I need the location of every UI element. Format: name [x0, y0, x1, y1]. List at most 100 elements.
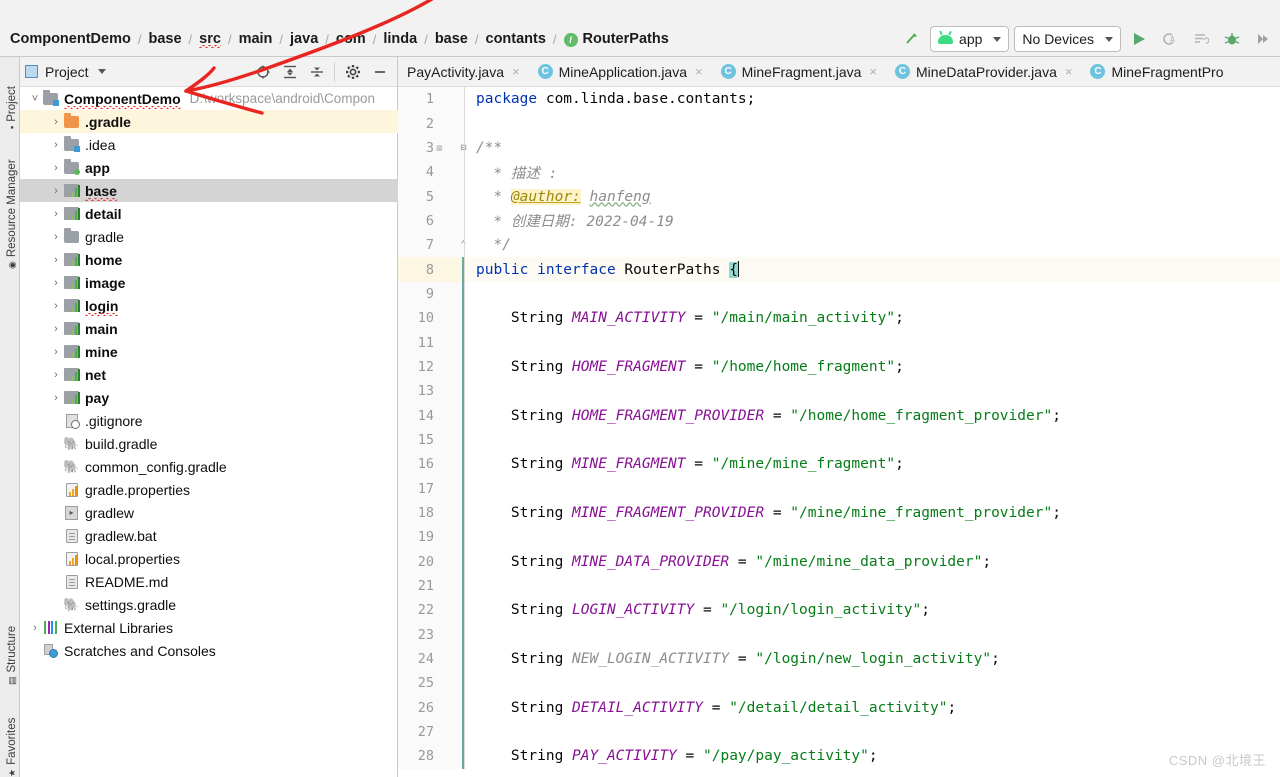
tree-row[interactable]: gradle.properties: [20, 478, 398, 501]
code-editor[interactable]: 1 package com.linda.base.contants; 2 3≡⊟ /**…: [398, 87, 1280, 777]
javadoc-render-icon[interactable]: ≡: [436, 141, 443, 154]
editor-gutter[interactable]: 24: [398, 646, 464, 672]
code-line[interactable]: 19: [398, 525, 1280, 550]
sync-gradle-icon[interactable]: [899, 26, 925, 52]
code-line[interactable]: 24 String NEW_LOGIN_ACTIVITY = "/login/n…: [398, 646, 1280, 672]
tree-row[interactable]: › detail: [20, 202, 398, 225]
code-line[interactable]: 10 String MAIN_ACTIVITY = "/main/main_ac…: [398, 306, 1280, 331]
editor-gutter[interactable]: 10: [398, 306, 464, 331]
tree-row[interactable]: 🐘 common_config.gradle: [20, 455, 398, 478]
editor-gutter[interactable]: 12: [398, 354, 464, 380]
change-marker[interactable]: [462, 525, 464, 550]
close-icon[interactable]: ×: [1065, 64, 1073, 79]
code-line[interactable]: 26 String DETAIL_ACTIVITY = "/detail/det…: [398, 695, 1280, 720]
chevron-right-icon[interactable]: ›: [49, 392, 63, 404]
code-line[interactable]: 3≡⊟ /**: [398, 135, 1280, 161]
code-line[interactable]: 23: [398, 622, 1280, 647]
editor-gutter[interactable]: 5: [398, 184, 464, 209]
locate-icon[interactable]: [250, 59, 275, 84]
chevron-right-icon[interactable]: ›: [49, 277, 63, 289]
code-line[interactable]: 16 String MINE_FRAGMENT = "/mine/mine_fr…: [398, 452, 1280, 477]
breadcrumb-item-base[interactable]: base: [431, 31, 472, 47]
rail-item-favorites[interactable]: ★ Favorites: [2, 701, 22, 777]
breadcrumb-item-main[interactable]: main: [235, 31, 277, 47]
chevron-right-icon[interactable]: ›: [49, 116, 63, 128]
editor-gutter[interactable]: 27: [398, 719, 464, 745]
editor-tab-bar[interactable]: PayActivity.java × C MineApplication.java × C…: [398, 57, 1280, 87]
expand-all-icon[interactable]: [277, 59, 302, 84]
editor-gutter[interactable]: 18: [398, 500, 464, 526]
breadcrumb-item-componentdemo[interactable]: ComponentDemo: [6, 31, 135, 47]
tree-row[interactable]: › image: [20, 271, 398, 294]
code-line[interactable]: 12 String HOME_FRAGMENT = "/home/home_fr…: [398, 354, 1280, 380]
editor-tab[interactable]: C MineFragmentPro: [1081, 57, 1233, 86]
tree-row[interactable]: ˅ ComponentDemo D:\workspace\android\Compo…: [20, 87, 398, 110]
editor-tab[interactable]: PayActivity.java ×: [398, 57, 529, 86]
editor-gutter[interactable]: 23: [398, 622, 464, 647]
change-marker[interactable]: [462, 622, 464, 647]
tree-row[interactable]: › .idea: [20, 133, 398, 156]
breadcrumb-item-base[interactable]: base: [144, 31, 185, 47]
editor-gutter[interactable]: 11: [398, 330, 464, 355]
settings-gear-icon[interactable]: [340, 59, 365, 84]
tree-row[interactable]: › .gradle: [20, 110, 398, 133]
tree-row[interactable]: .gitignore: [20, 409, 398, 432]
tree-row[interactable]: gradlew.bat: [20, 524, 398, 547]
tree-row[interactable]: › mine: [20, 340, 398, 363]
tree-row[interactable]: › app: [20, 156, 398, 179]
change-marker[interactable]: [462, 500, 464, 526]
code-line[interactable]: 7⌃ */: [398, 233, 1280, 258]
profiler-icon[interactable]: [1188, 26, 1214, 52]
chevron-right-icon[interactable]: ›: [49, 254, 63, 266]
tree-row[interactable]: › pay: [20, 386, 398, 409]
close-icon[interactable]: ×: [695, 64, 703, 79]
tree-row[interactable]: › login: [20, 294, 398, 317]
editor-gutter[interactable]: 1: [398, 87, 464, 112]
chevron-right-icon[interactable]: ›: [49, 346, 63, 358]
change-marker[interactable]: [462, 573, 464, 599]
tree-row[interactable]: README.md: [20, 570, 398, 593]
breadcrumb-item-java[interactable]: java: [286, 31, 322, 47]
chevron-right-icon[interactable]: ›: [49, 208, 63, 220]
change-marker[interactable]: [462, 695, 464, 720]
code-line[interactable]: 13: [398, 379, 1280, 404]
breadcrumb[interactable]: ComponentDemo / base / src / main / java / com / lin…: [6, 26, 673, 52]
chevron-right-icon[interactable]: ˅: [28, 93, 42, 105]
collapse-all-icon[interactable]: [304, 59, 329, 84]
tree-row[interactable]: 🐘 settings.gradle: [20, 593, 398, 616]
code-line[interactable]: 5 * @author: hanfeng: [398, 184, 1280, 209]
code-line[interactable]: 18 String MINE_FRAGMENT_PROVIDER = "/min…: [398, 500, 1280, 526]
change-marker[interactable]: [462, 281, 464, 307]
change-marker[interactable]: [462, 354, 464, 380]
editor-gutter[interactable]: 28: [398, 744, 464, 769]
change-marker[interactable]: [462, 744, 464, 769]
code-line[interactable]: 21: [398, 573, 1280, 599]
code-line[interactable]: 1 package com.linda.base.contants;: [398, 87, 1280, 112]
code-line[interactable]: 9: [398, 281, 1280, 307]
code-line[interactable]: 27: [398, 719, 1280, 745]
editor-tab[interactable]: C MineFragment.java ×: [711, 57, 887, 86]
breadcrumb-item-linda[interactable]: linda: [379, 31, 421, 47]
change-marker[interactable]: [462, 379, 464, 404]
editor-gutter[interactable]: 22: [398, 598, 464, 623]
change-marker[interactable]: [462, 671, 464, 696]
editor-gutter[interactable]: 25: [398, 671, 464, 696]
editor-gutter[interactable]: 2: [398, 111, 464, 136]
chevron-right-icon[interactable]: ›: [49, 323, 63, 335]
code-line[interactable]: 6 * 创建日期: 2022-04-19: [398, 208, 1280, 234]
rail-item-project[interactable]: ▪ Project: [2, 57, 22, 129]
code-line[interactable]: 8 public interface RouterPaths {: [398, 257, 1280, 282]
code-line[interactable]: 14 String HOME_FRAGMENT_PROVIDER = "/hom…: [398, 403, 1280, 428]
chevron-right-icon[interactable]: ›: [49, 185, 63, 197]
change-marker[interactable]: [462, 330, 464, 355]
editor-gutter[interactable]: 13: [398, 379, 464, 404]
editor-gutter[interactable]: 19: [398, 525, 464, 550]
change-marker[interactable]: [462, 257, 464, 282]
chevron-right-icon[interactable]: ›: [49, 162, 63, 174]
change-marker[interactable]: [462, 719, 464, 745]
tree-row[interactable]: › net: [20, 363, 398, 386]
apply-changes-icon[interactable]: [1250, 26, 1276, 52]
code-line[interactable]: 4 * 描述 :: [398, 160, 1280, 185]
breadcrumb-item-contants[interactable]: contants: [482, 31, 550, 47]
rail-item-resource-manager[interactable]: ◉ Resource Manager: [2, 159, 22, 269]
